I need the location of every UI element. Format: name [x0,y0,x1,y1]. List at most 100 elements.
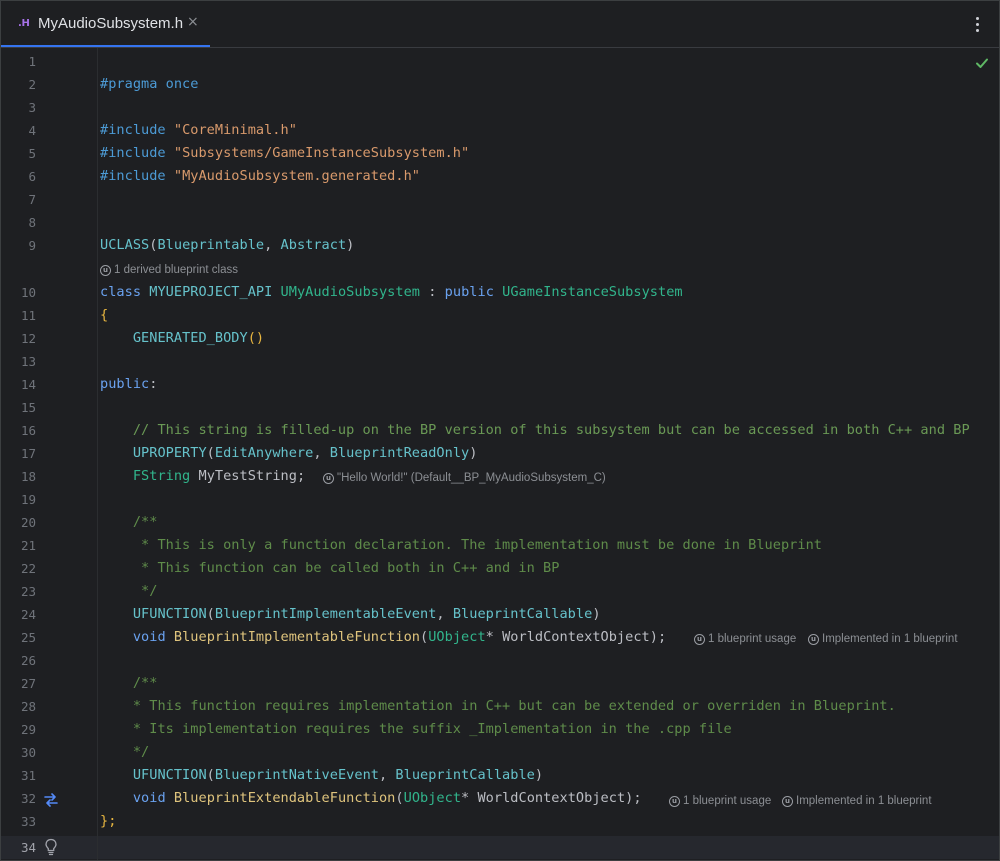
line-number: 26 [20,653,36,668]
line-comment: // This string is filled-up on the BP ve… [132,422,970,438]
doc-comment: * This function can be called both in C+… [132,560,560,576]
line-number: 27 [20,676,36,691]
base-class-name: UGameInstanceSubsystem [502,284,683,300]
line-number: 20 [20,515,36,530]
derived-class-hint[interactable]: u 1 derived blueprint class [100,262,238,278]
hint-text: 1 blueprint usage [708,633,797,645]
code-line-11: { [100,304,108,327]
include-path: "MyAudioSubsystem.generated.h" [173,168,420,184]
include-path: "Subsystems/GameInstanceSubsystem.h" [173,145,470,161]
implemented-in-blueprint-hint[interactable]: u Implemented in 1 blueprint [782,793,932,809]
line-number: 19 [20,492,36,507]
line-number: 9 [28,238,36,253]
class-name: UMyAudioSubsystem [280,284,421,300]
code-line-10: class MYUEPROJECT_API UMyAudioSubsystem … [100,281,683,304]
tab-myaudiosubsystem-h[interactable]: .H MyAudioSubsystem.h × [1,1,210,47]
include-path: "CoreMinimal.h" [173,122,297,138]
hint-text: Implemented in 1 blueprint [796,795,932,807]
editor-window: .H MyAudioSubsystem.h × 1 2 3 4 5 6 7 8 … [0,0,1000,861]
more-vertical-icon[interactable] [967,12,987,36]
access-specifier: public [100,376,150,392]
doc-comment: */ [132,744,150,760]
line-number: 29 [20,722,36,737]
line-number: 28 [20,699,36,714]
line-number: 4 [28,123,36,138]
code-line-17: UPROPERTY(EditAnywhere, BlueprintReadOnl… [132,445,478,461]
hint-text: 1 derived blueprint class [114,264,239,276]
pragma-directive: #pragma once [100,76,199,92]
code-line-5: #include "Subsystems/GameInstanceSubsyst… [100,142,469,165]
line-number: 23 [20,584,36,599]
implemented-in-blueprint-hint[interactable]: u Implemented in 1 blueprint [808,631,958,647]
gutter-separator [97,48,98,860]
type-name: FString [132,468,191,484]
code-line-24: UFUNCTION(BlueprintImplementableEvent, B… [132,606,601,622]
line-number: 22 [20,561,36,576]
line-number: 10 [20,285,36,300]
code-line-27: /** [100,672,158,695]
check-icon[interactable] [974,55,990,71]
code-editor[interactable]: 1 2 3 4 5 6 7 8 9 10 11 12 13 14 15 16 1… [1,48,999,860]
line-number: 7 [28,192,36,207]
code-line-30: */ [100,741,149,764]
hint-text: Implemented in 1 blueprint [822,633,958,645]
line-number: 12 [20,331,36,346]
line-number: 31 [20,768,36,783]
keyword: void [132,629,166,645]
specifier: EditAnywhere [214,445,314,461]
doc-comment: * This is only a function declaration. T… [132,537,822,553]
code-line-2: #pragma once [100,73,198,96]
line-number: 5 [28,146,36,161]
line-number: 18 [20,469,36,484]
unreal-engine-icon: u [694,633,705,645]
blueprint-usage-hint[interactable]: u 1 blueprint usage [669,793,771,809]
code-line-33: }; [100,810,116,833]
uproperty-macro: UPROPERTY [132,445,207,461]
line-number: 2 [28,77,36,92]
blueprint-usage-hint[interactable]: u 1 blueprint usage [694,631,796,647]
line-number: 8 [28,215,36,230]
line-number-current: 34 [20,840,36,855]
keyword: public [444,284,494,300]
current-line-highlight [1,836,999,859]
ufunction-macro: UFUNCTION [132,767,207,783]
uclass-macro: UCLASS [100,237,150,253]
unreal-engine-icon: u [669,795,680,807]
code-line-9: UCLASS(Blueprintable, Abstract) [100,237,355,253]
specifier: BlueprintCallable [395,767,535,783]
line-number: 3 [28,100,36,115]
line-number: 13 [20,354,36,369]
type-name: UObject [403,790,462,806]
line-number: 11 [20,308,36,323]
doc-comment: */ [132,583,158,599]
specifier: BlueprintCallable [452,606,593,622]
editor-tab-bar: .H MyAudioSubsystem.h × [1,1,999,48]
header-file-icon: .H [18,18,30,29]
line-number: 21 [20,538,36,553]
code-line-12: GENERATED_BODY() [132,330,265,346]
code-line-23: */ [100,580,157,603]
property-value-hint[interactable]: u "Hello World!" (Default__BP_MyAudioSub… [323,470,606,486]
specifier: BlueprintNativeEvent [214,767,379,783]
parameter-name: WorldContextObject [477,790,626,806]
unreal-engine-icon: u [100,264,111,276]
include-directive: #include [100,168,166,184]
code-line-16: // This string is filled-up on the BP ve… [100,419,970,442]
generated-body-macro: GENERATED_BODY [132,330,248,346]
code-line-32: void BlueprintExtendableFunction(UObject… [132,790,642,806]
doc-comment: /** [132,675,158,691]
code-line-25: void BlueprintImplementableFunction(UObj… [132,629,667,645]
tab-title: MyAudioSubsystem.h [38,15,184,32]
unreal-engine-icon: u [323,472,334,484]
code-line-31: UFUNCTION(BlueprintNativeEvent, Blueprin… [132,767,544,783]
close-icon[interactable]: × [187,14,199,30]
implementation-swap-icon[interactable] [43,793,59,807]
line-number: 14 [20,377,36,392]
keyword: class [100,284,142,300]
doc-comment: * Its implementation requires the suffix… [132,721,732,737]
line-number: 32 [20,791,36,806]
specifier: Abstract [280,237,347,253]
doc-comment: /** [132,514,158,530]
unreal-engine-icon: u [808,633,819,645]
lightbulb-icon[interactable] [44,838,58,856]
